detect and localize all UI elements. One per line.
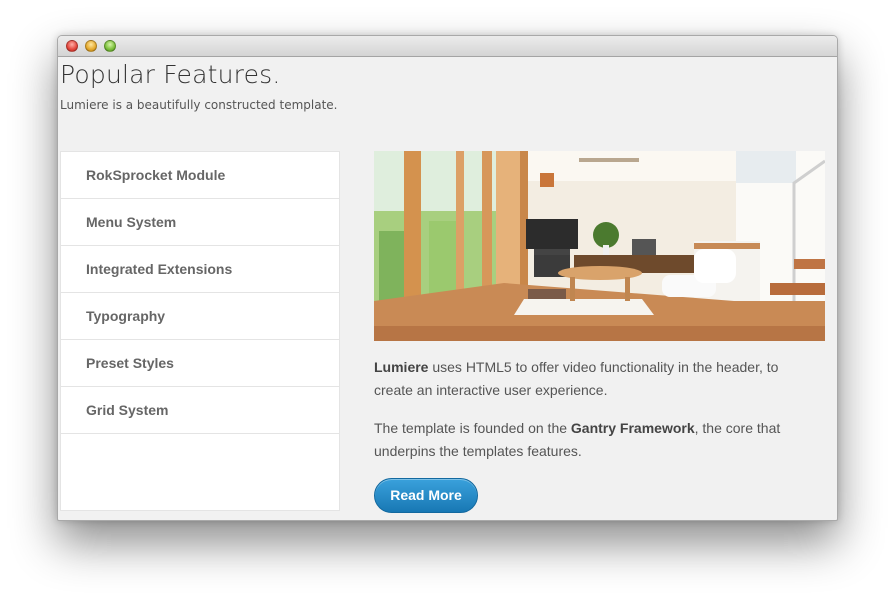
menu-item-roksprocket-module[interactable]: RokSprocket Module bbox=[61, 152, 339, 199]
menu-item-typography[interactable]: Typography bbox=[61, 293, 339, 340]
intro-paragraph: Lumiere uses HTML5 to offer video functi… bbox=[374, 356, 814, 402]
read-more-button[interactable]: Read More bbox=[374, 478, 478, 513]
framework-paragraph: The template is founded on the Gantry Fr… bbox=[374, 417, 814, 463]
menu-item-preset-styles[interactable]: Preset Styles bbox=[61, 340, 339, 387]
intro-paragraph-text: uses HTML5 to offer video functionality … bbox=[374, 359, 779, 398]
menu-item-integrated-extensions[interactable]: Integrated Extensions bbox=[61, 246, 339, 293]
menu-item-menu-system[interactable]: Menu System bbox=[61, 199, 339, 246]
framework-paragraph-before: The template is founded on the bbox=[374, 420, 571, 436]
minimize-window-button[interactable] bbox=[85, 40, 97, 52]
zoom-window-button[interactable] bbox=[104, 40, 116, 52]
framework-name: Gantry Framework bbox=[570, 420, 695, 436]
close-window-button[interactable] bbox=[66, 40, 78, 52]
product-name: Lumiere bbox=[374, 359, 429, 375]
page-subtitle: Lumiere is a beautifully constructed tem… bbox=[60, 98, 338, 112]
page-title: Popular Features. bbox=[60, 60, 281, 89]
menu-item-grid-system[interactable]: Grid System bbox=[61, 387, 339, 434]
browser-window: Popular Features. Lumiere is a beautiful… bbox=[57, 35, 838, 521]
feature-menu: RokSprocket Module Menu System Integrate… bbox=[60, 151, 340, 511]
feature-image bbox=[374, 151, 825, 341]
window-titlebar bbox=[58, 36, 837, 57]
